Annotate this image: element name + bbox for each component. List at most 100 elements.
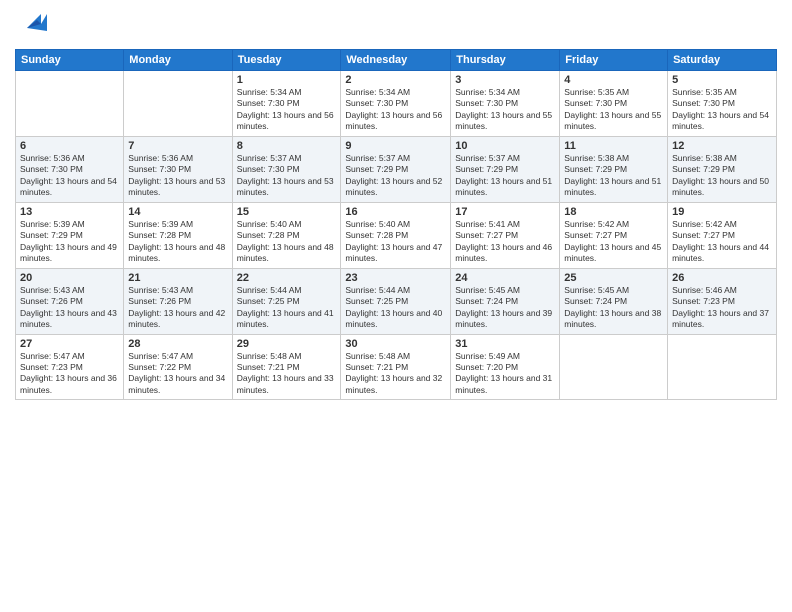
header xyxy=(15,10,777,41)
calendar-week-4: 27Sunrise: 5:47 AM Sunset: 7:23 PM Dayli… xyxy=(16,334,777,400)
calendar-cell xyxy=(668,334,777,400)
calendar-cell: 22Sunrise: 5:44 AM Sunset: 7:25 PM Dayli… xyxy=(232,268,341,334)
calendar-cell: 27Sunrise: 5:47 AM Sunset: 7:23 PM Dayli… xyxy=(16,334,124,400)
day-number: 13 xyxy=(20,206,119,218)
day-number: 21 xyxy=(128,272,227,284)
calendar-cell: 2Sunrise: 5:34 AM Sunset: 7:30 PM Daylig… xyxy=(341,71,451,137)
calendar-cell: 16Sunrise: 5:40 AM Sunset: 7:28 PM Dayli… xyxy=(341,202,451,268)
day-number: 9 xyxy=(345,140,446,152)
day-info: Sunrise: 5:43 AM Sunset: 7:26 PM Dayligh… xyxy=(128,285,227,331)
day-info: Sunrise: 5:42 AM Sunset: 7:27 PM Dayligh… xyxy=(564,219,663,265)
calendar-week-3: 20Sunrise: 5:43 AM Sunset: 7:26 PM Dayli… xyxy=(16,268,777,334)
day-number: 20 xyxy=(20,272,119,284)
day-number: 22 xyxy=(237,272,337,284)
day-info: Sunrise: 5:48 AM Sunset: 7:21 PM Dayligh… xyxy=(345,351,446,397)
day-number: 3 xyxy=(455,74,555,86)
day-info: Sunrise: 5:43 AM Sunset: 7:26 PM Dayligh… xyxy=(20,285,119,331)
calendar-week-0: 1Sunrise: 5:34 AM Sunset: 7:30 PM Daylig… xyxy=(16,71,777,137)
calendar-header-wednesday: Wednesday xyxy=(341,50,451,71)
day-info: Sunrise: 5:38 AM Sunset: 7:29 PM Dayligh… xyxy=(564,153,663,199)
day-number: 6 xyxy=(20,140,119,152)
day-info: Sunrise: 5:46 AM Sunset: 7:23 PM Dayligh… xyxy=(672,285,772,331)
day-number: 26 xyxy=(672,272,772,284)
day-info: Sunrise: 5:42 AM Sunset: 7:27 PM Dayligh… xyxy=(672,219,772,265)
calendar-cell: 5Sunrise: 5:35 AM Sunset: 7:30 PM Daylig… xyxy=(668,71,777,137)
calendar-table: SundayMondayTuesdayWednesdayThursdayFrid… xyxy=(15,49,777,400)
day-number: 29 xyxy=(237,338,337,350)
day-info: Sunrise: 5:35 AM Sunset: 7:30 PM Dayligh… xyxy=(564,87,663,133)
calendar-cell: 9Sunrise: 5:37 AM Sunset: 7:29 PM Daylig… xyxy=(341,136,451,202)
calendar-cell: 18Sunrise: 5:42 AM Sunset: 7:27 PM Dayli… xyxy=(560,202,668,268)
calendar-cell: 3Sunrise: 5:34 AM Sunset: 7:30 PM Daylig… xyxy=(451,71,560,137)
day-number: 8 xyxy=(237,140,337,152)
page: SundayMondayTuesdayWednesdayThursdayFrid… xyxy=(0,0,792,612)
calendar-cell: 24Sunrise: 5:45 AM Sunset: 7:24 PM Dayli… xyxy=(451,268,560,334)
day-info: Sunrise: 5:49 AM Sunset: 7:20 PM Dayligh… xyxy=(455,351,555,397)
calendar-cell: 1Sunrise: 5:34 AM Sunset: 7:30 PM Daylig… xyxy=(232,71,341,137)
day-info: Sunrise: 5:34 AM Sunset: 7:30 PM Dayligh… xyxy=(455,87,555,133)
day-info: Sunrise: 5:36 AM Sunset: 7:30 PM Dayligh… xyxy=(128,153,227,199)
calendar-cell: 30Sunrise: 5:48 AM Sunset: 7:21 PM Dayli… xyxy=(341,334,451,400)
day-info: Sunrise: 5:34 AM Sunset: 7:30 PM Dayligh… xyxy=(237,87,337,133)
day-number: 15 xyxy=(237,206,337,218)
calendar-cell: 23Sunrise: 5:44 AM Sunset: 7:25 PM Dayli… xyxy=(341,268,451,334)
day-number: 25 xyxy=(564,272,663,284)
calendar-header-sunday: Sunday xyxy=(16,50,124,71)
day-info: Sunrise: 5:36 AM Sunset: 7:30 PM Dayligh… xyxy=(20,153,119,199)
day-info: Sunrise: 5:38 AM Sunset: 7:29 PM Dayligh… xyxy=(672,153,772,199)
day-info: Sunrise: 5:37 AM Sunset: 7:29 PM Dayligh… xyxy=(345,153,446,199)
calendar-cell: 14Sunrise: 5:39 AM Sunset: 7:28 PM Dayli… xyxy=(124,202,232,268)
calendar-cell: 31Sunrise: 5:49 AM Sunset: 7:20 PM Dayli… xyxy=(451,334,560,400)
day-info: Sunrise: 5:41 AM Sunset: 7:27 PM Dayligh… xyxy=(455,219,555,265)
calendar-header-friday: Friday xyxy=(560,50,668,71)
calendar-cell: 28Sunrise: 5:47 AM Sunset: 7:22 PM Dayli… xyxy=(124,334,232,400)
day-number: 23 xyxy=(345,272,446,284)
calendar-cell: 15Sunrise: 5:40 AM Sunset: 7:28 PM Dayli… xyxy=(232,202,341,268)
day-info: Sunrise: 5:45 AM Sunset: 7:24 PM Dayligh… xyxy=(564,285,663,331)
calendar-cell: 19Sunrise: 5:42 AM Sunset: 7:27 PM Dayli… xyxy=(668,202,777,268)
calendar-header-thursday: Thursday xyxy=(451,50,560,71)
day-info: Sunrise: 5:47 AM Sunset: 7:22 PM Dayligh… xyxy=(128,351,227,397)
day-info: Sunrise: 5:47 AM Sunset: 7:23 PM Dayligh… xyxy=(20,351,119,397)
day-info: Sunrise: 5:44 AM Sunset: 7:25 PM Dayligh… xyxy=(345,285,446,331)
logo-icon xyxy=(19,6,49,36)
day-info: Sunrise: 5:34 AM Sunset: 7:30 PM Dayligh… xyxy=(345,87,446,133)
day-info: Sunrise: 5:35 AM Sunset: 7:30 PM Dayligh… xyxy=(672,87,772,133)
calendar-cell: 11Sunrise: 5:38 AM Sunset: 7:29 PM Dayli… xyxy=(560,136,668,202)
calendar-cell xyxy=(124,71,232,137)
day-info: Sunrise: 5:40 AM Sunset: 7:28 PM Dayligh… xyxy=(345,219,446,265)
calendar-cell: 20Sunrise: 5:43 AM Sunset: 7:26 PM Dayli… xyxy=(16,268,124,334)
day-info: Sunrise: 5:48 AM Sunset: 7:21 PM Dayligh… xyxy=(237,351,337,397)
calendar-week-2: 13Sunrise: 5:39 AM Sunset: 7:29 PM Dayli… xyxy=(16,202,777,268)
day-number: 30 xyxy=(345,338,446,350)
calendar-cell xyxy=(16,71,124,137)
day-number: 7 xyxy=(128,140,227,152)
day-number: 24 xyxy=(455,272,555,284)
day-number: 4 xyxy=(564,74,663,86)
day-number: 10 xyxy=(455,140,555,152)
day-info: Sunrise: 5:37 AM Sunset: 7:30 PM Dayligh… xyxy=(237,153,337,199)
calendar-header-tuesday: Tuesday xyxy=(232,50,341,71)
day-number: 28 xyxy=(128,338,227,350)
day-number: 16 xyxy=(345,206,446,218)
calendar-cell: 29Sunrise: 5:48 AM Sunset: 7:21 PM Dayli… xyxy=(232,334,341,400)
day-number: 2 xyxy=(345,74,446,86)
day-info: Sunrise: 5:39 AM Sunset: 7:29 PM Dayligh… xyxy=(20,219,119,265)
day-info: Sunrise: 5:45 AM Sunset: 7:24 PM Dayligh… xyxy=(455,285,555,331)
calendar-header-row: SundayMondayTuesdayWednesdayThursdayFrid… xyxy=(16,50,777,71)
day-number: 11 xyxy=(564,140,663,152)
calendar-cell: 17Sunrise: 5:41 AM Sunset: 7:27 PM Dayli… xyxy=(451,202,560,268)
calendar-header-monday: Monday xyxy=(124,50,232,71)
day-number: 5 xyxy=(672,74,772,86)
calendar-cell: 8Sunrise: 5:37 AM Sunset: 7:30 PM Daylig… xyxy=(232,136,341,202)
day-info: Sunrise: 5:37 AM Sunset: 7:29 PM Dayligh… xyxy=(455,153,555,199)
day-info: Sunrise: 5:44 AM Sunset: 7:25 PM Dayligh… xyxy=(237,285,337,331)
day-info: Sunrise: 5:40 AM Sunset: 7:28 PM Dayligh… xyxy=(237,219,337,265)
calendar-cell: 10Sunrise: 5:37 AM Sunset: 7:29 PM Dayli… xyxy=(451,136,560,202)
day-number: 19 xyxy=(672,206,772,218)
calendar-week-1: 6Sunrise: 5:36 AM Sunset: 7:30 PM Daylig… xyxy=(16,136,777,202)
day-number: 31 xyxy=(455,338,555,350)
calendar-header-saturday: Saturday xyxy=(668,50,777,71)
calendar-cell: 7Sunrise: 5:36 AM Sunset: 7:30 PM Daylig… xyxy=(124,136,232,202)
calendar-cell: 13Sunrise: 5:39 AM Sunset: 7:29 PM Dayli… xyxy=(16,202,124,268)
